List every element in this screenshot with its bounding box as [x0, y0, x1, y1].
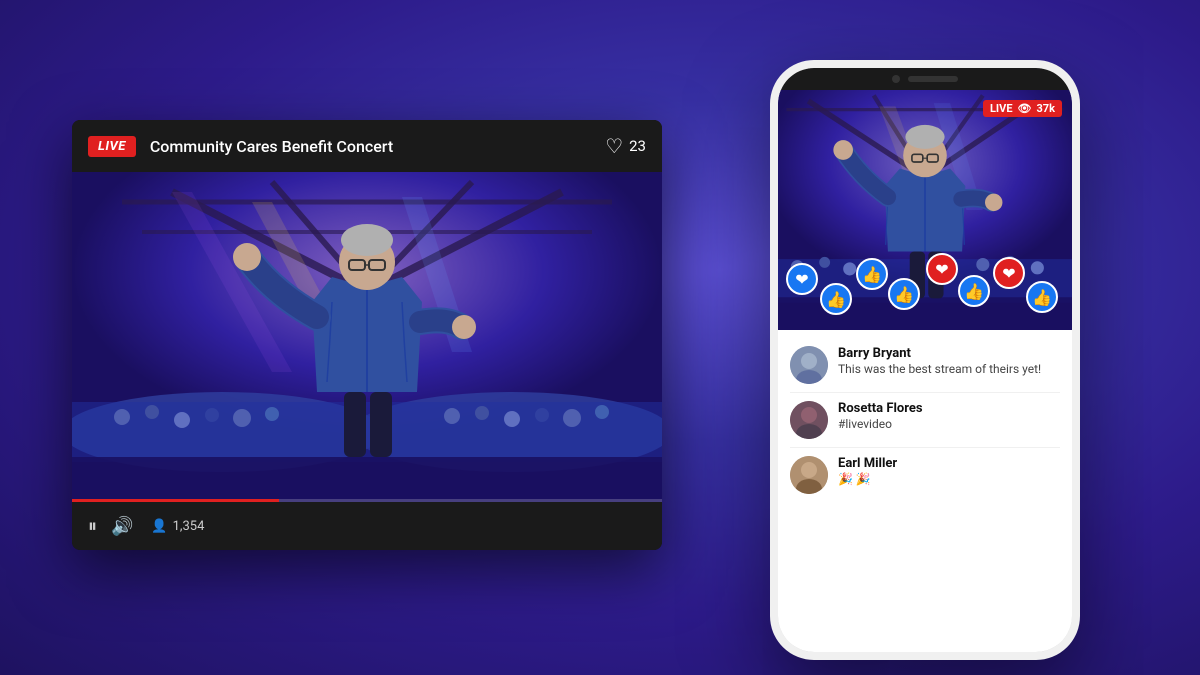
reaction-like-3: 👍: [888, 278, 920, 310]
viewer-count-area: 👤 1,354: [151, 519, 204, 534]
live-badge: LIVE: [88, 136, 136, 157]
phone-speaker: [908, 76, 958, 82]
phone-mockup: LIVE 👁 37k ❤ 👍 👍 👍 ❤ 👍 ❤ 👍: [770, 60, 1080, 660]
eye-icon: 👁: [1018, 102, 1032, 115]
viewer-count-label: 1,354: [173, 519, 205, 534]
avatar-rosetta: [790, 401, 828, 439]
desktop-player: LIVE Community Cares Benefit Concert ♡ 2…: [72, 120, 662, 550]
phone-comments: Barry Bryant This was the best stream of…: [778, 330, 1072, 510]
phone-inner: LIVE 👁 37k ❤ 👍 👍 👍 ❤ 👍 ❤ 👍: [778, 68, 1072, 652]
commenter-name-rosetta: Rosetta Flores: [838, 401, 1060, 416]
phone-live-badge: LIVE 👁 37k: [983, 100, 1062, 117]
player-controls: ⏸ 🔊 👤 1,354: [72, 502, 662, 550]
reaction-like-1: 👍: [820, 283, 852, 315]
avatar-earl: [790, 456, 828, 494]
reaction-like-5: 👍: [1026, 281, 1058, 313]
reaction-heart: ❤: [786, 263, 818, 295]
volume-button[interactable]: 🔊: [111, 516, 133, 537]
reaction-heart-3: ❤: [993, 257, 1025, 289]
comment-text-earl: 🎉 🎉: [838, 472, 1060, 486]
commenter-name-barry: Barry Bryant: [838, 346, 1060, 361]
reaction-like-2: 👍: [856, 258, 888, 290]
heart-area: ♡ 23: [605, 134, 646, 158]
phone-camera: [892, 75, 900, 83]
progress-fill: [72, 499, 279, 502]
comment-text-rosetta: #livevideo: [838, 417, 1060, 431]
avatar-barry: [790, 346, 828, 384]
comment-item-rosetta: Rosetta Flores #livevideo: [790, 393, 1060, 448]
comment-body-barry: Barry Bryant This was the best stream of…: [838, 346, 1060, 376]
phone-live-label: LIVE: [990, 102, 1013, 115]
comment-text-barry: This was the best stream of theirs yet!: [838, 362, 1060, 376]
pause-button[interactable]: ⏸: [88, 516, 97, 537]
concert-image: [72, 172, 662, 502]
viewers-icon: 👤: [151, 519, 167, 534]
reaction-heart-2: ❤: [926, 253, 958, 285]
reaction-like-4: 👍: [958, 275, 990, 307]
phone-viewer-count: 37k: [1037, 102, 1056, 115]
progress-bar[interactable]: [72, 499, 662, 502]
reactions-area: ❤ 👍 👍 👍 ❤ 👍 ❤ 👍: [778, 250, 1072, 325]
commenter-name-earl: Earl Miller: [838, 456, 1060, 471]
comment-body-rosetta: Rosetta Flores #livevideo: [838, 401, 1060, 431]
comment-body-earl: Earl Miller 🎉 🎉: [838, 456, 1060, 486]
phone-top-bar: [778, 68, 1072, 90]
heart-icon: ♡: [605, 134, 623, 158]
player-title: Community Cares Benefit Concert: [150, 137, 591, 156]
player-header: LIVE Community Cares Benefit Concert ♡ 2…: [72, 120, 662, 172]
phone-video: LIVE 👁 37k ❤ 👍 👍 👍 ❤ 👍 ❤ 👍: [778, 90, 1072, 330]
comment-item-earl: Earl Miller 🎉 🎉: [790, 448, 1060, 502]
heart-count: 23: [629, 137, 646, 155]
comment-item-barry: Barry Bryant This was the best stream of…: [790, 338, 1060, 393]
